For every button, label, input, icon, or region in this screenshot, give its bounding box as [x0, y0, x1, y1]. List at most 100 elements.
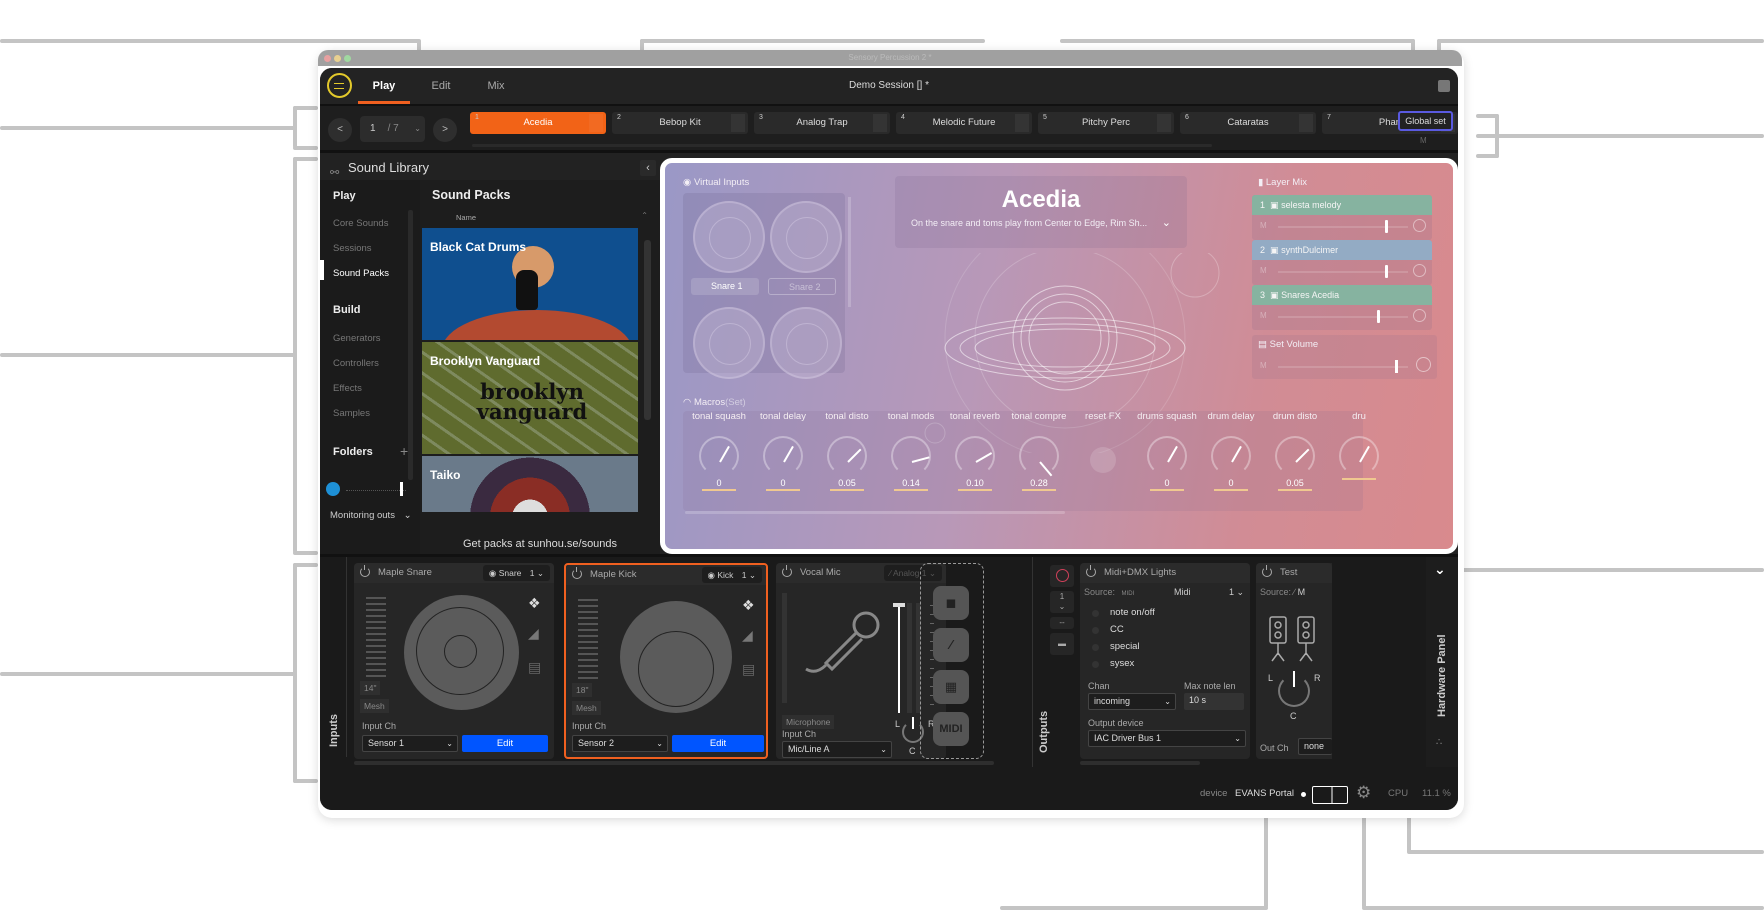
drag-handle[interactable]	[1299, 114, 1313, 132]
drum-size[interactable]: 18"	[572, 683, 593, 697]
knob-dial[interactable]	[699, 436, 739, 476]
knob-dial[interactable]	[827, 436, 867, 476]
slider-thumb[interactable]	[400, 482, 403, 496]
nav-item-controllers[interactable]: Controllers	[333, 358, 379, 369]
drum-head[interactable]: Mesh	[572, 701, 601, 715]
virtual-inputs-scrollbar[interactable]	[848, 197, 851, 307]
velocity-icon[interactable]: ◢	[528, 625, 539, 642]
knob-dial[interactable]	[763, 436, 803, 476]
midi-option[interactable]: CC	[1080, 624, 1240, 638]
drum-type-select[interactable]: ◉ Kick 1 ⌄	[701, 567, 762, 583]
add-folder-button[interactable]: +	[400, 443, 408, 459]
layer-header[interactable]: 3 ▣ Snares Acedia	[1252, 285, 1432, 305]
next-set-button[interactable]: >	[433, 118, 457, 142]
collapse-hardware-button[interactable]: ⌄	[1434, 561, 1446, 578]
output-device-midi-dmx[interactable]: Midi+DMX Lights Source: MIDI Midi 1 ⌄ no…	[1080, 563, 1250, 759]
layer-header[interactable]: 2 ▣ synthDulcimer	[1252, 240, 1432, 260]
layer-pan-knob[interactable]	[1413, 219, 1426, 232]
set-tab-4[interactable]: 4 Melodic Future	[896, 112, 1032, 134]
nav-item-samples[interactable]: Samples	[333, 408, 370, 419]
drum-head[interactable]: Mesh	[360, 699, 389, 713]
drag-handle[interactable]	[731, 114, 745, 132]
layer-pan-knob[interactable]	[1413, 264, 1426, 277]
macro-knob[interactable]: tonal delay 0	[747, 411, 819, 491]
device-name[interactable]: EVANS Portal	[1235, 788, 1294, 799]
macros-scrollbar[interactable]	[685, 511, 1065, 514]
drum-stand-icon[interactable]: ▤	[742, 661, 755, 678]
global-set-button[interactable]: Global set	[1398, 111, 1453, 131]
layer-mute[interactable]: M	[1260, 221, 1267, 230]
layer-row[interactable]: 1 ▣ selesta melody M	[1252, 195, 1432, 240]
set-volume-slider[interactable]	[1278, 366, 1408, 368]
add-drum-button[interactable]: ◼	[933, 586, 969, 620]
macro-knob[interactable]: drum delay 0	[1195, 411, 1267, 491]
output-dash[interactable]: --	[1050, 617, 1074, 629]
output-device-select[interactable]: IAC Driver Bus 1 ⌄	[1088, 730, 1246, 747]
set-page-selector[interactable]: 1 / 7 ⌄	[360, 116, 425, 142]
virtual-pad[interactable]	[770, 201, 842, 273]
virtual-pad[interactable]	[693, 201, 765, 273]
macro-knob[interactable]: dru	[1323, 411, 1395, 480]
pack-card[interactable]: Black Cat Drums	[422, 228, 638, 340]
tab-edit[interactable]: Edit	[420, 68, 462, 104]
radio-button[interactable]	[1092, 627, 1099, 634]
layer-pan-knob[interactable]	[1413, 309, 1426, 322]
record-button[interactable]	[1050, 565, 1074, 587]
edit-button[interactable]: Edit	[672, 735, 764, 752]
layer-volume-slider[interactable]	[1278, 226, 1408, 228]
radio-button[interactable]	[1092, 661, 1099, 668]
drag-handle[interactable]	[1157, 114, 1171, 132]
virtual-pad[interactable]	[693, 307, 765, 379]
layer-row[interactable]: 3 ▣ Snares Acedia M	[1252, 285, 1432, 330]
monitoring-outs-select[interactable]: Monitoring outs ⌄	[330, 510, 412, 521]
dropbox-icon[interactable]: ❖	[742, 597, 755, 614]
reset-fx-button[interactable]	[1090, 447, 1116, 473]
drag-handle[interactable]	[1015, 114, 1029, 132]
hardware-panel-tab[interactable]: ⌄ Hardware Panel ∴	[1426, 557, 1458, 767]
window-toggle-button[interactable]	[1438, 80, 1450, 92]
layer-volume-slider[interactable]	[1278, 271, 1408, 273]
dropbox-icon[interactable]: ❖	[528, 595, 541, 612]
set-list-scrollbar[interactable]	[472, 144, 1212, 147]
add-pad-button[interactable]: ▦	[933, 670, 969, 704]
midi-option[interactable]: sysex	[1080, 658, 1240, 672]
macro-knob[interactable]: drums squash 0	[1131, 411, 1203, 491]
midi-option[interactable]: note on/off	[1080, 607, 1240, 621]
layer-mute[interactable]: M	[1260, 266, 1267, 275]
input-device-maple-kick[interactable]: Maple Kick ◉ Kick 1 ⌄ 18" Mesh ❖ ◢ ▤ Inp…	[564, 563, 768, 759]
out-ch-select[interactable]: none	[1298, 738, 1332, 755]
power-icon[interactable]	[1086, 565, 1096, 577]
monitor-volume-slider[interactable]	[346, 482, 406, 496]
max-note-len-input[interactable]: 10 s	[1184, 693, 1244, 710]
drum-size[interactable]: 14"	[360, 681, 381, 695]
nav-item-effects[interactable]: Effects	[333, 383, 362, 394]
set-tab-5[interactable]: 5 Pitchy Perc	[1038, 112, 1174, 134]
drum-stand-icon[interactable]: ▤	[528, 659, 541, 676]
inputs-scrollbar[interactable]	[354, 761, 994, 765]
global-mute[interactable]: M	[1420, 136, 1427, 145]
power-icon[interactable]	[360, 565, 370, 577]
packs-scrollbar[interactable]	[644, 240, 651, 420]
edit-button[interactable]: Edit	[462, 735, 548, 752]
output-bank-select[interactable]: 1 ⌄	[1050, 591, 1074, 613]
tab-mix[interactable]: Mix	[475, 68, 517, 104]
add-analog-button[interactable]: ∕	[933, 628, 969, 662]
set-tab-1[interactable]: 1 Acedia	[470, 112, 606, 134]
chan-select[interactable]: incoming ⌄	[1088, 693, 1176, 710]
source-row[interactable]: Source: MIDI Midi 1 ⌄	[1084, 587, 1246, 601]
macro-knob[interactable]: reset FX	[1067, 411, 1139, 473]
knob-dial[interactable]	[1211, 436, 1251, 476]
layer-row[interactable]: 2 ▣ synthDulcimer M	[1252, 240, 1432, 285]
input-ch-select[interactable]: Sensor 1 ⌄	[362, 735, 458, 752]
input-device-maple-snare[interactable]: Maple Snare ◉ Snare 1 ⌄ 14" Mesh ❖ ◢ ▤ I…	[354, 563, 554, 759]
nav-item-sound-packs[interactable]: Sound Packs	[333, 268, 389, 279]
input-ch-select[interactable]: Mic/Line A ⌄	[782, 741, 892, 758]
drag-handle[interactable]	[589, 114, 603, 132]
layer-mute[interactable]: M	[1260, 311, 1267, 320]
set-tab-2[interactable]: 2 Bebop Kit	[612, 112, 748, 134]
output-device-test[interactable]: Test Source: ∕ M L R C Out Ch none	[1256, 563, 1332, 759]
macro-knob[interactable]: drum disto 0.05	[1259, 411, 1331, 491]
macro-knob[interactable]: tonal disto 0.05	[811, 411, 883, 491]
layout-toggle-icon[interactable]	[1312, 786, 1348, 804]
prev-set-button[interactable]: <	[328, 118, 352, 142]
